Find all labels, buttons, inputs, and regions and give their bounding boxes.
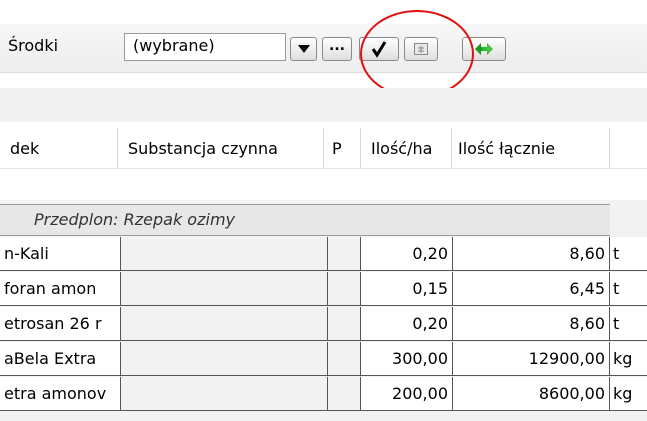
cell-unit[interactable]: t bbox=[610, 237, 647, 271]
column-header-name[interactable]: dek bbox=[0, 128, 118, 168]
cell-name[interactable]: etra amonov bbox=[0, 377, 121, 411]
more-button-label: ... bbox=[329, 38, 345, 54]
cell-unit[interactable]: kg bbox=[610, 342, 647, 376]
cell-per-ha[interactable]: 0,20 bbox=[361, 307, 453, 341]
dropdown-button[interactable] bbox=[290, 37, 317, 61]
cell-p[interactable] bbox=[328, 237, 361, 271]
cell-total[interactable]: 8,60 bbox=[453, 307, 610, 341]
cell-p[interactable] bbox=[328, 307, 361, 341]
cell-p[interactable] bbox=[328, 342, 361, 376]
refresh-arrows-icon bbox=[475, 43, 493, 55]
cell-unit[interactable]: t bbox=[610, 307, 647, 341]
cell-substance[interactable] bbox=[121, 237, 328, 271]
cell-per-ha[interactable]: 300,00 bbox=[361, 342, 453, 376]
cell-name[interactable]: foran amon bbox=[0, 272, 121, 306]
more-button[interactable]: ... bbox=[322, 37, 352, 61]
cell-substance[interactable] bbox=[121, 342, 328, 376]
column-header-substance[interactable]: Substancja czynna bbox=[118, 128, 324, 168]
column-header-p[interactable]: P bbox=[324, 128, 361, 168]
triangle-down-icon bbox=[297, 45, 310, 53]
cell-per-ha[interactable]: 200,00 bbox=[361, 377, 453, 411]
top-strip bbox=[0, 0, 647, 24]
cell-total[interactable]: 8,60 bbox=[453, 237, 610, 271]
cell-name[interactable]: aBela Extra bbox=[0, 342, 121, 376]
cell-substance[interactable] bbox=[121, 377, 328, 411]
srodki-combo-value: (wybrane) bbox=[133, 36, 215, 55]
highlight-ellipse bbox=[360, 10, 474, 98]
cell-per-ha[interactable]: 0,20 bbox=[361, 237, 453, 271]
separator-band bbox=[0, 88, 647, 122]
group-row-label: Przedplon: Rzepak ozimy bbox=[34, 210, 235, 229]
cell-total[interactable]: 6,45 bbox=[453, 272, 610, 306]
column-header-total[interactable]: Ilość łącznie bbox=[452, 128, 610, 168]
cell-p[interactable] bbox=[328, 377, 361, 411]
cell-per-ha[interactable]: 0,15 bbox=[361, 272, 453, 306]
cell-p[interactable] bbox=[328, 272, 361, 306]
cell-name[interactable]: n-Kali bbox=[0, 237, 121, 271]
cell-substance[interactable] bbox=[121, 307, 328, 341]
cell-total[interactable]: 8600,00 bbox=[453, 377, 610, 411]
cell-unit[interactable]: t bbox=[610, 272, 647, 306]
srodki-label: Środki bbox=[8, 36, 59, 55]
cell-total[interactable]: 12900,00 bbox=[453, 342, 610, 376]
cell-unit[interactable]: kg bbox=[610, 377, 647, 411]
cell-name[interactable]: etrosan 26 r bbox=[0, 307, 121, 341]
column-header-per-ha[interactable]: Ilość/ha bbox=[361, 128, 452, 168]
cell-substance[interactable] bbox=[121, 272, 328, 306]
